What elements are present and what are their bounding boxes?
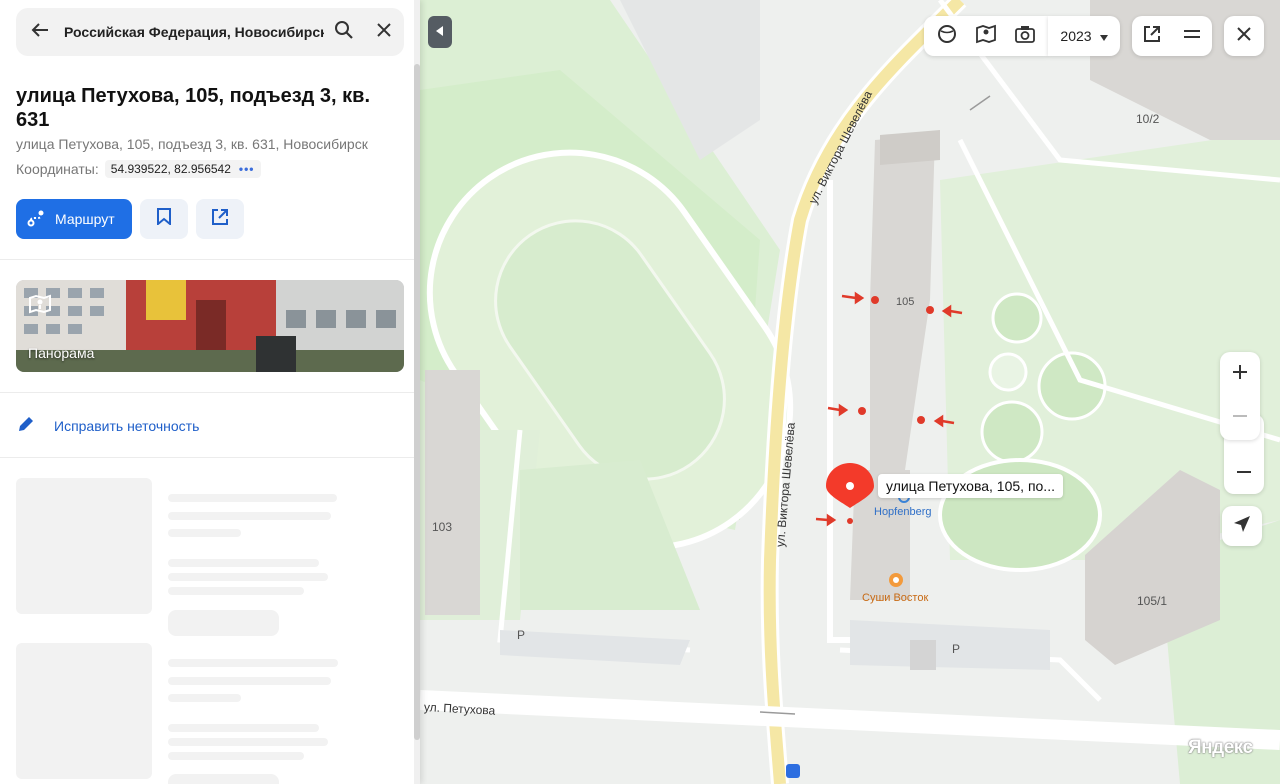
loading-placeholder [168, 587, 304, 595]
search-button[interactable] [324, 8, 364, 56]
zoom-out-icon[interactable] [1232, 408, 1248, 429]
collapse-sidebar-button[interactable] [428, 16, 452, 48]
search-icon [334, 20, 354, 45]
menu-icon[interactable] [1182, 24, 1202, 49]
building-label-103: 103 [432, 520, 453, 534]
loading-placeholder [168, 659, 338, 667]
place-actions: Маршрут [16, 199, 244, 239]
poi-sushi-vostok[interactable]: Суши Восток [862, 592, 928, 604]
sidebar-scrollbar[interactable] [414, 64, 420, 740]
loading-placeholder [168, 677, 331, 685]
parking-label: P [952, 642, 961, 656]
yandex-logo: Яндекс [1188, 737, 1253, 758]
arrow-left-icon [31, 22, 49, 43]
locate-me-button[interactable] [1222, 506, 1262, 546]
zoom-in-icon[interactable] [1232, 364, 1248, 385]
route-button[interactable]: Маршрут [16, 199, 132, 239]
divider [0, 259, 414, 260]
coordinates-row: Координаты: 54.939522, 82.956542 ••• [16, 160, 261, 178]
minus-icon[interactable] [1237, 465, 1251, 484]
share-button[interactable] [196, 199, 244, 239]
more-icon[interactable]: ••• [239, 161, 255, 177]
year-value: 2023 [1060, 28, 1092, 44]
building-label-10-2: 10/2 [1136, 112, 1160, 126]
loading-placeholder [168, 494, 337, 502]
route-label: Маршрут [55, 211, 115, 227]
loading-placeholder [168, 559, 319, 567]
close-map-button[interactable] [1224, 16, 1264, 56]
coordinates-label: Координаты: [16, 161, 99, 177]
clear-search-button[interactable] [364, 8, 404, 56]
pencil-icon [16, 414, 36, 437]
close-icon [1236, 26, 1252, 47]
bookmark-icon [157, 208, 171, 230]
search-input[interactable]: Российская Федерация, Новосибирск [64, 24, 324, 40]
loading-placeholder [168, 752, 304, 760]
zoom-control [1220, 352, 1260, 440]
loading-placeholder [16, 478, 152, 614]
panorama-label: Панорама [28, 345, 95, 361]
divider [0, 457, 414, 458]
panorama-icon [28, 294, 52, 319]
year-selector[interactable]: 2023 [1048, 16, 1120, 56]
triangle-left-icon [436, 23, 444, 41]
pin-address-label[interactable]: улица Петухова, 105, по... [878, 474, 1063, 498]
share-icon [211, 208, 229, 231]
parking-label: P [517, 628, 526, 642]
divider [0, 392, 414, 393]
place-title: улица Петухова, 105, подъезд 3, кв. 631 [16, 85, 371, 131]
loading-placeholder [168, 512, 331, 520]
loading-placeholder [168, 529, 241, 537]
report-error-link[interactable]: Исправить неточность [16, 414, 199, 437]
close-icon [377, 22, 391, 42]
panorama-layer-icon[interactable] [975, 23, 997, 50]
photo-layer-icon[interactable] [1014, 23, 1036, 50]
building-label-105-1: 105/1 [1137, 594, 1168, 608]
back-button[interactable] [16, 8, 64, 56]
poi-hopfenberg[interactable]: Hopfenberg [874, 506, 932, 518]
bookmark-button[interactable] [140, 199, 188, 239]
place-address: улица Петухова, 105, подъезд 3, кв. 631,… [16, 136, 368, 152]
coordinates-value: 54.939522, 82.956542 [110, 162, 231, 176]
route-icon [26, 208, 46, 231]
map-view-controls [1132, 16, 1212, 56]
traffic-layer-icon[interactable] [936, 23, 958, 50]
sidebar: Российская Федерация, Новосибирск улица … [0, 0, 420, 784]
loading-placeholder [168, 724, 319, 732]
report-error-label: Исправить неточность [54, 417, 200, 434]
map-layers-group [924, 16, 1048, 56]
loading-placeholder [168, 610, 279, 636]
caret-down-icon [1099, 28, 1108, 44]
open-external-icon[interactable] [1142, 24, 1162, 49]
loading-placeholder [16, 643, 152, 779]
search-bar: Российская Федерация, Новосибирск [16, 8, 404, 56]
loading-placeholder [168, 774, 279, 784]
loading-placeholder [168, 573, 328, 581]
panorama-preview[interactable]: Панорама [16, 280, 404, 372]
loading-placeholder [168, 694, 241, 702]
navigation-arrow-icon [1233, 515, 1251, 538]
coordinates-chip[interactable]: 54.939522, 82.956542 ••• [104, 160, 261, 178]
loading-placeholder [168, 738, 328, 746]
building-label-105: 105 [896, 296, 915, 308]
